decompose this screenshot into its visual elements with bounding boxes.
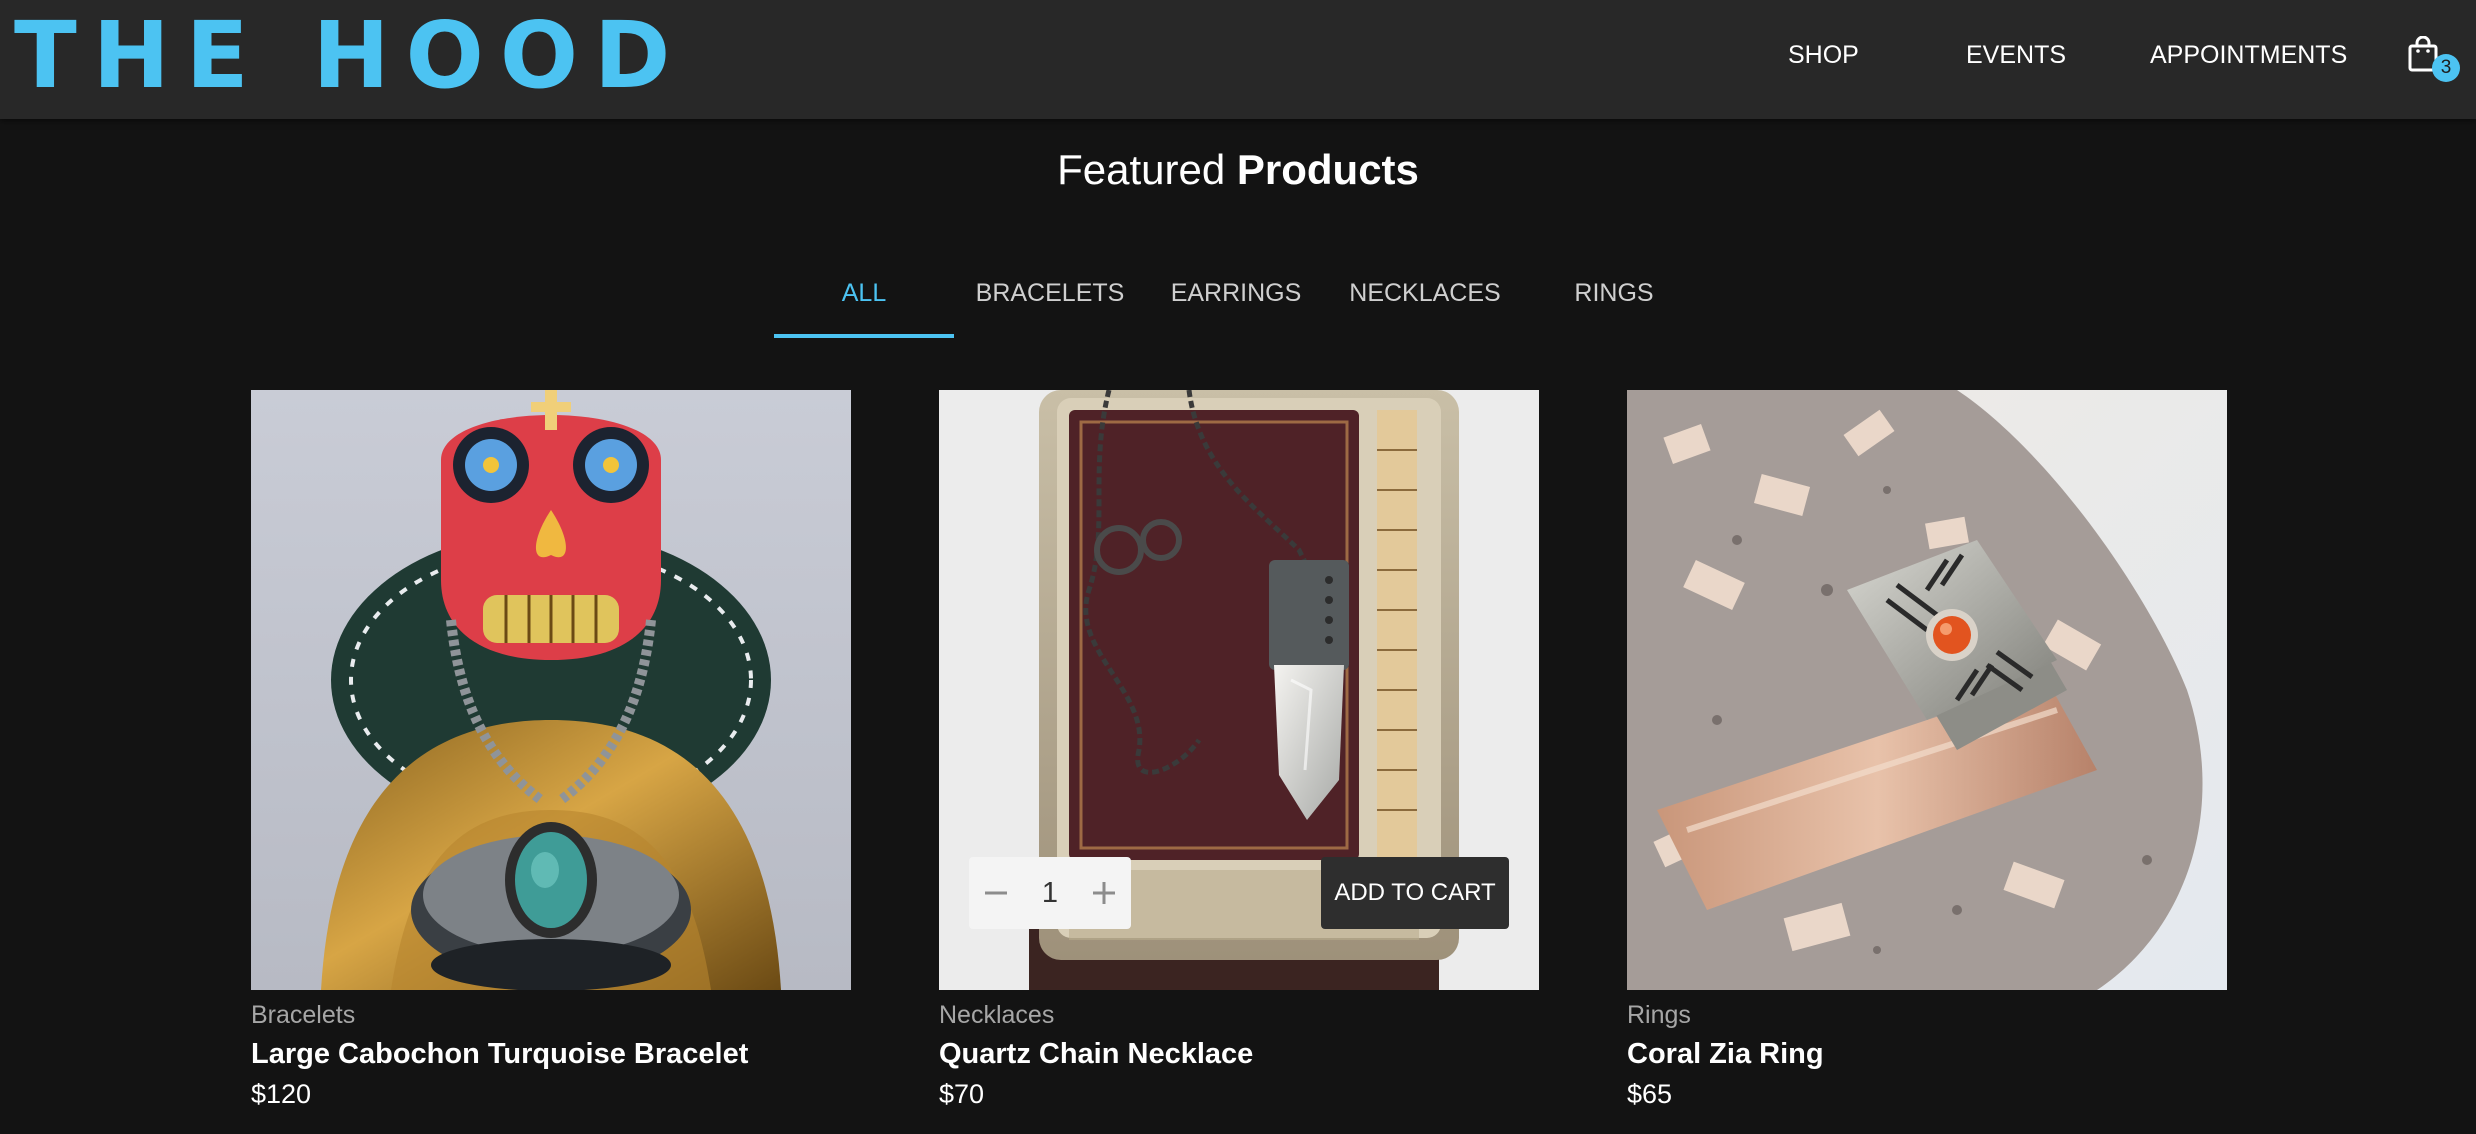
product-category: Bracelets [251,1001,356,1029]
product-image-ring[interactable] [1627,390,2227,990]
cart-button[interactable]: 3 [2408,34,2460,84]
minus-icon [985,891,1007,895]
product-price: $65 [1627,1079,1673,1109]
product-price: $70 [939,1079,985,1109]
add-to-cart-button[interactable]: ADD TO CART [1321,857,1509,929]
nav-link-shop[interactable]: SHOP [1788,38,1859,72]
quantity-value[interactable]: 1 [1023,857,1077,929]
section-title-regular: Featured [1057,146,1226,193]
section-title: Featured Products [0,144,2476,196]
quantity-increase-button[interactable] [1077,857,1131,929]
product-name[interactable]: Quartz Chain Necklace [939,1035,1253,1073]
quantity-stepper: 1 [969,857,1131,929]
site-logo[interactable]: THE HOOD [14,4,686,108]
product-category: Rings [1627,1001,1691,1029]
site-header: THE HOOD SHOP EVENTS APPOINTMENTS 3 [0,0,2476,119]
tab-all[interactable]: ALL [774,276,954,340]
tab-rings[interactable]: RINGS [1536,276,1692,340]
section-title-bold: Products [1236,146,1419,193]
tab-necklaces[interactable]: NECKLACES [1346,276,1504,340]
tab-bracelets[interactable]: BRACELETS [968,276,1132,340]
product-card: Bracelets Large Cabochon Turquoise Brace… [251,390,851,1120]
nav-link-events[interactable]: EVENTS [1966,38,2066,72]
nav-link-appointments[interactable]: APPOINTMENTS [2150,38,2347,72]
product-name[interactable]: Large Cabochon Turquoise Bracelet [251,1035,748,1073]
quantity-decrease-button[interactable] [969,857,1023,929]
plus-icon [1093,882,1115,904]
product-price: $120 [251,1079,312,1109]
product-card: Rings Coral Zia Ring $65 [1627,390,2227,1120]
cart-count-badge: 3 [2432,54,2460,82]
product-name[interactable]: Coral Zia Ring [1627,1035,1824,1073]
product-card: 1 ADD TO CART Necklaces Quartz Chain Nec… [939,390,1539,1120]
tab-earrings[interactable]: EARRINGS [1150,276,1322,340]
product-category: Necklaces [939,1001,1055,1029]
product-image-bracelet[interactable] [251,390,851,990]
